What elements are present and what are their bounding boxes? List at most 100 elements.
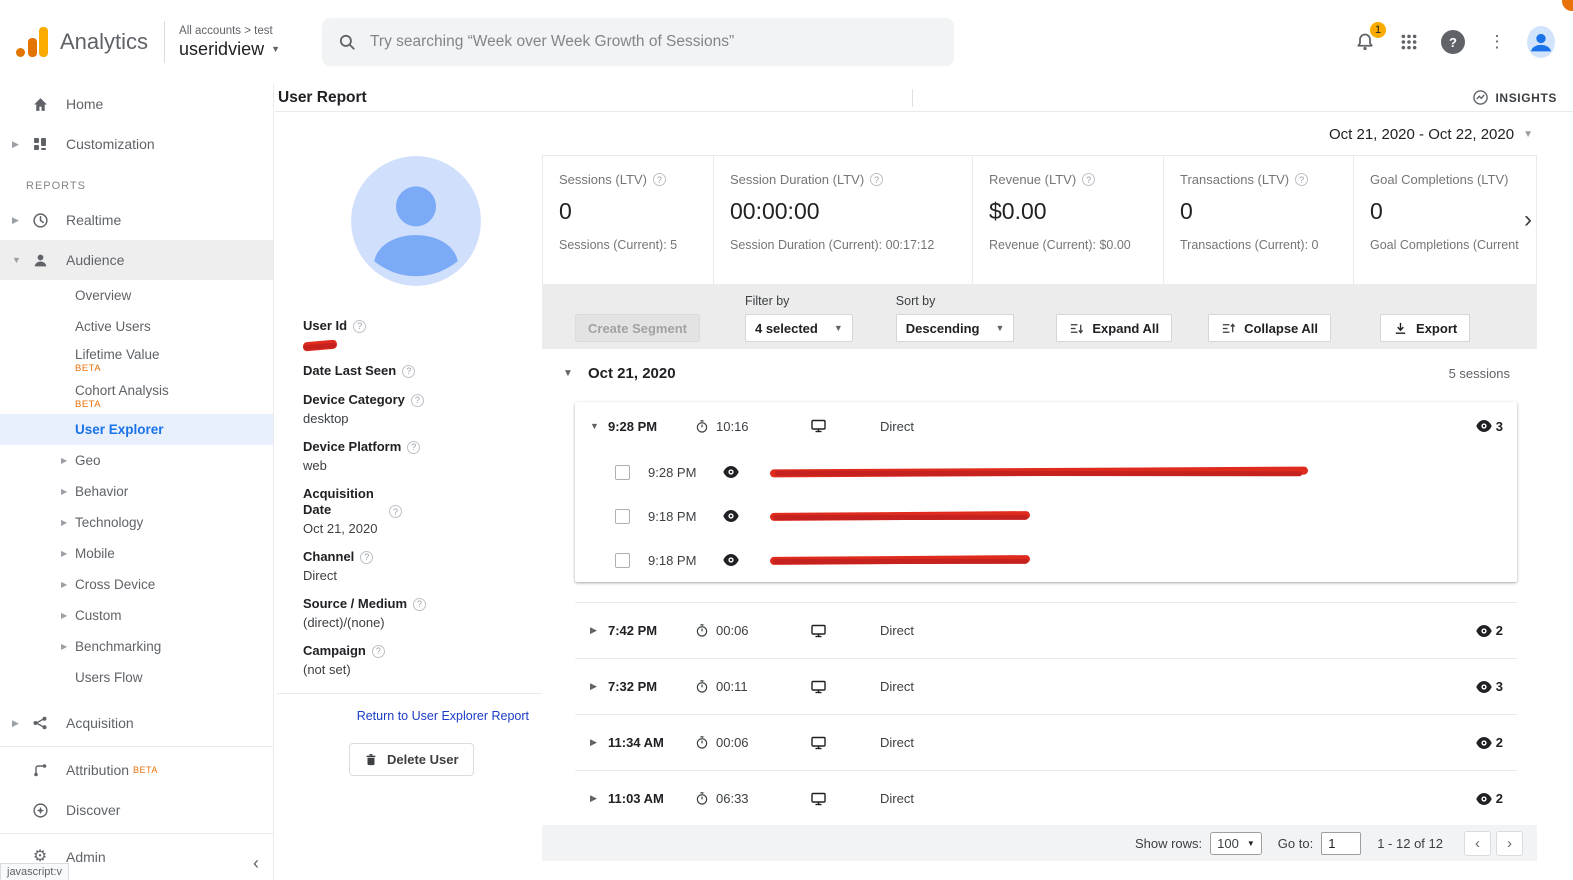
collapse-sidebar-button[interactable]: ‹ bbox=[253, 853, 259, 874]
export-button[interactable]: Export bbox=[1380, 314, 1471, 342]
desktop-icon bbox=[810, 735, 880, 751]
metric-revenue-ltv[interactable]: Revenue (LTV)? $0.00 Revenue (Current): … bbox=[972, 156, 1163, 284]
help-button[interactable]: ? bbox=[1439, 28, 1467, 56]
insights-button[interactable]: INSIGHTS bbox=[1472, 89, 1557, 106]
attribution-icon bbox=[30, 762, 50, 778]
session-row[interactable]: ▶ 7:42 PM 00:06 Direct 2 bbox=[575, 602, 1517, 658]
metric-label: Revenue (LTV) bbox=[989, 172, 1077, 187]
sidebar-item-cross-device[interactable]: ▶ Cross Device bbox=[0, 569, 273, 600]
sidebar-item-customization[interactable]: ▶ Customization bbox=[0, 124, 273, 164]
sidebar-item-cohort-analysis[interactable]: Cohort Analysis BETA bbox=[0, 378, 273, 414]
trash-icon bbox=[364, 752, 378, 767]
checkbox[interactable] bbox=[615, 464, 630, 480]
insights-divider bbox=[911, 88, 913, 107]
sidebar-item-acquisition[interactable]: ▶ Acquisition bbox=[0, 703, 273, 743]
prev-page-button[interactable]: ‹ bbox=[1464, 830, 1491, 856]
sidebar-item-user-explorer[interactable]: User Explorer bbox=[0, 414, 273, 445]
panel-divider bbox=[277, 693, 543, 694]
pageview-count: 3 bbox=[1495, 418, 1503, 434]
metric-session-duration-ltv[interactable]: Session Duration (LTV)? 00:00:00 Session… bbox=[713, 156, 972, 284]
eye-icon bbox=[1476, 792, 1492, 805]
help-icon[interactable]: ? bbox=[413, 597, 427, 611]
sidebar-item-mobile[interactable]: ▶ Mobile bbox=[0, 538, 273, 569]
sidebar-item-lifetime-value[interactable]: Lifetime Value BETA bbox=[0, 342, 273, 378]
sidebar-item-technology[interactable]: ▶ Technology bbox=[0, 507, 273, 538]
title-bar: User Report INSIGHTS bbox=[275, 84, 1573, 112]
help-icon[interactable]: ? bbox=[402, 364, 416, 378]
metric-value: 00:00:00 bbox=[730, 198, 820, 224]
help-icon[interactable]: ? bbox=[1082, 173, 1096, 186]
help-icon[interactable]: ? bbox=[389, 505, 402, 518]
sidebar-item-benchmarking[interactable]: ▶ Benchmarking bbox=[0, 631, 273, 662]
field-label: Device Category bbox=[303, 392, 405, 407]
help-icon[interactable]: ? bbox=[1295, 173, 1309, 186]
session-row[interactable]: ▶ 11:03 AM 06:33 Direct 2 bbox=[575, 770, 1517, 825]
pageview-icon bbox=[723, 510, 739, 522]
help-icon[interactable]: ? bbox=[353, 319, 367, 333]
field-value: web bbox=[303, 458, 327, 473]
search-input[interactable] bbox=[370, 33, 939, 51]
filter-dropdown-value: 4 selected bbox=[754, 320, 818, 336]
stopwatch-icon bbox=[695, 623, 709, 638]
help-icon[interactable]: ? bbox=[410, 393, 424, 407]
sidebar-item-attribution[interactable]: Attribution BETA bbox=[0, 750, 273, 790]
sidebar-item-label: Overview bbox=[75, 288, 132, 303]
sidebar-item-home[interactable]: Home bbox=[0, 84, 273, 124]
account-picker[interactable]: All accounts > test useridview ▼ bbox=[179, 25, 280, 60]
date-range-selector[interactable]: Oct 21, 2020 - Oct 22, 2020 ▼ bbox=[1329, 126, 1533, 143]
hit-row[interactable]: 9:18 PM bbox=[575, 494, 1517, 538]
help-icon[interactable]: ? bbox=[407, 440, 421, 454]
pageview-count: 2 bbox=[1495, 735, 1503, 750]
analysis-toolbar: Create Segment Filter by 4 selected ▼ So… bbox=[542, 285, 1537, 349]
metric-sessions-ltv[interactable]: Sessions (LTV)? 0 Sessions (Current): 5 bbox=[543, 156, 713, 284]
user-avatar bbox=[351, 156, 481, 286]
overflow-menu-button[interactable]: ⋮ bbox=[1483, 28, 1511, 56]
collapse-all-button[interactable]: Collapse All bbox=[1208, 314, 1332, 342]
help-icon[interactable]: ? bbox=[652, 173, 666, 186]
chevron-down-icon[interactable]: ▼ bbox=[563, 368, 588, 379]
sidebar-item-overview[interactable]: Overview bbox=[0, 280, 273, 311]
apps-grid-button[interactable] bbox=[1395, 28, 1423, 56]
sort-dropdown[interactable]: Descending ▼ bbox=[895, 314, 1015, 342]
analytics-logo[interactable]: Analytics bbox=[0, 27, 148, 57]
field-label: Acquisition Date bbox=[303, 486, 374, 517]
hit-time: 9:28 PM bbox=[648, 464, 697, 480]
sidebar-item-behavior[interactable]: ▶ Behavior bbox=[0, 476, 273, 507]
stopwatch-icon bbox=[695, 791, 709, 806]
goto-page-input[interactable] bbox=[1321, 831, 1362, 855]
checkbox[interactable] bbox=[615, 508, 630, 524]
session-row-expanded[interactable]: ▼ 9:28 PM 10:16 Direct 3 bbox=[575, 402, 1517, 450]
session-time: 7:42 PM bbox=[608, 623, 658, 638]
session-row[interactable]: ▶ 7:32 PM 00:11 Direct 3 bbox=[575, 658, 1517, 714]
metrics-scroll-next-button[interactable]: › bbox=[1524, 206, 1532, 234]
delete-user-button[interactable]: Delete User bbox=[349, 743, 474, 776]
next-page-button[interactable]: › bbox=[1496, 830, 1523, 856]
chevron-right-icon: ▶ bbox=[61, 456, 68, 465]
notifications-button[interactable]: 1 bbox=[1351, 22, 1386, 56]
help-icon[interactable]: ? bbox=[371, 644, 385, 658]
expand-all-button[interactable]: Expand All bbox=[1056, 314, 1173, 342]
checkbox[interactable] bbox=[615, 552, 630, 568]
filter-dropdown[interactable]: 4 selected ▼ bbox=[744, 314, 853, 342]
sidebar-item-active-users[interactable]: Active Users bbox=[0, 311, 273, 342]
metric-goal-completions-ltv[interactable]: Goal Completions (LTV) 0 Goal Completion… bbox=[1353, 156, 1536, 284]
sidebar-item-geo[interactable]: ▶ Geo bbox=[0, 445, 273, 476]
account-avatar-button[interactable] bbox=[1527, 26, 1555, 58]
hit-row[interactable]: 9:28 PM bbox=[575, 450, 1517, 494]
return-to-user-explorer-link[interactable]: Return to User Explorer Report bbox=[303, 709, 529, 723]
redaction-mark bbox=[769, 555, 1031, 565]
session-row[interactable]: ▶ 11:34 AM 00:06 Direct 2 bbox=[575, 714, 1517, 770]
sidebar-item-discover[interactable]: Discover bbox=[0, 790, 273, 830]
help-icon[interactable]: ? bbox=[870, 173, 884, 186]
create-segment-button[interactable]: Create Segment bbox=[575, 314, 700, 342]
sidebar-item-custom[interactable]: ▶ Custom bbox=[0, 600, 273, 631]
sidebar-item-audience[interactable]: ▼ Audience bbox=[0, 240, 273, 280]
view-name: useridview bbox=[179, 38, 265, 59]
sidebar-item-users-flow[interactable]: Users Flow bbox=[0, 662, 273, 693]
metric-transactions-ltv[interactable]: Transactions (LTV)? 0 Transactions (Curr… bbox=[1163, 156, 1353, 284]
show-rows-select[interactable]: 100 ▼ bbox=[1210, 831, 1262, 855]
sidebar-item-realtime[interactable]: ▶ Realtime bbox=[0, 200, 273, 240]
hit-row[interactable]: 9:18 PM bbox=[575, 538, 1517, 582]
help-icon[interactable]: ? bbox=[360, 550, 374, 564]
field-source-medium: Source / Medium? (direct)/(none) bbox=[303, 596, 529, 630]
